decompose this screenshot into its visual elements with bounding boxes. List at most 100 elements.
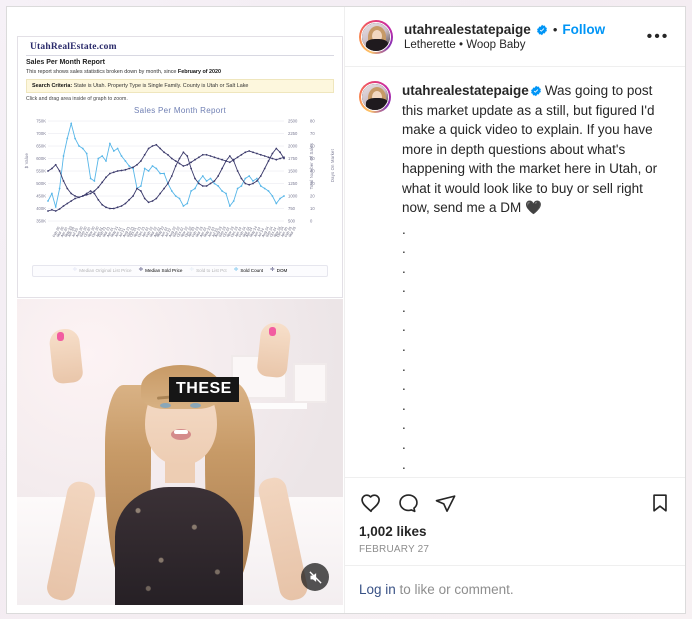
caption-dot-line: . <box>402 358 406 374</box>
chart-criteria-value: State is Utah. Property Type is Single F… <box>72 83 249 89</box>
header-location[interactable]: Letherette • Woop Baby <box>404 39 645 51</box>
post-actions: 1,002 likes FEBRUARY 27 <box>345 477 685 565</box>
more-options-icon: ••• <box>646 27 670 45</box>
like-button[interactable] <box>359 491 383 515</box>
muted-speaker-icon <box>308 570 322 584</box>
heart-icon <box>361 494 380 513</box>
header-separator: • <box>552 22 558 37</box>
comment-bubble-icon <box>399 493 418 512</box>
room-picture-frame-2 <box>293 363 327 403</box>
chart-brand-label: UtahRealEstate.com <box>30 42 117 52</box>
chart-y2-axis-label: Total Number Of Sales <box>309 143 314 190</box>
svg-text:600K: 600K <box>36 156 46 161</box>
verified-badge-icon <box>530 85 541 97</box>
video-player[interactable]: THESE <box>17 299 343 605</box>
chart-y-axis-label: $ Value <box>24 153 29 169</box>
page-root: UtahRealEstate.com Sales Per Month Repor… <box>0 0 692 619</box>
save-button[interactable] <box>649 492 671 514</box>
svg-text:500K: 500K <box>36 181 46 186</box>
svg-text:400K: 400K <box>36 206 46 211</box>
chart-description-date: February of 2020 <box>177 69 222 75</box>
svg-text:1000: 1000 <box>288 194 298 199</box>
legend-marker-icon: ✛ <box>138 267 144 273</box>
comment-button[interactable] <box>397 492 420 515</box>
likes-count[interactable]: 1,002 likes <box>359 524 671 539</box>
legend-label: Median Sold Price <box>145 268 183 274</box>
video-caption-overlay: THESE <box>169 377 239 402</box>
left-hand-nail <box>57 332 64 341</box>
legend-marker-icon: ✛ <box>270 267 275 273</box>
svg-text:450K: 450K <box>36 194 46 199</box>
caption-dot-line: . <box>402 397 406 413</box>
svg-text:2250: 2250 <box>288 131 298 136</box>
svg-text:1750: 1750 <box>288 156 298 161</box>
more-options-button[interactable]: ••• <box>645 24 671 50</box>
eye-right <box>190 403 201 408</box>
log-in-link[interactable]: Log in <box>359 582 396 597</box>
caption-dot-line: . <box>402 319 406 335</box>
post-media-column[interactable]: UtahRealEstate.com Sales Per Month Repor… <box>7 7 345 613</box>
svg-text:2500: 2500 <box>288 119 298 124</box>
caption-username[interactable]: utahrealestatepaige <box>402 83 529 98</box>
chart-legend-item[interactable]: ✛ Median Sold Price <box>138 267 183 274</box>
chart-plot-title: Sales Per Month Report <box>134 106 226 115</box>
post-date: FEBRUARY 27 <box>359 544 430 555</box>
chart-screenshot: UtahRealEstate.com Sales Per Month Repor… <box>17 36 343 298</box>
caption-dot-line: . <box>402 280 406 296</box>
bookmark-icon <box>653 494 667 512</box>
chart-description: This report shows sales statistics broke… <box>18 66 342 75</box>
avatar[interactable] <box>359 19 393 54</box>
caption-dot-line: . <box>402 456 406 472</box>
chart-zoom-hint: Click and drag area inside of graph to z… <box>26 96 128 102</box>
login-prompt-rest: to like or comment. <box>395 582 514 597</box>
post-header: utahrealestatepaige • Follow Letherette … <box>345 7 685 67</box>
post-info-column: utahrealestatepaige • Follow Letherette … <box>345 7 685 613</box>
svg-text:1250: 1250 <box>288 181 298 186</box>
caption-dot-line: . <box>402 260 406 276</box>
chart-plot-area[interactable]: $ Value Total Number Of Sales Days On Ma… <box>22 117 338 235</box>
legend-label: Sold Count <box>240 268 264 274</box>
svg-text:80: 80 <box>310 119 315 124</box>
chart-svg: 350K 400K 450K 500K 550K 600K 650K 700K 750K 500 7… <box>36 119 315 224</box>
video-caption-text: THESE <box>176 380 232 397</box>
login-prompt-bar: Log in to like or comment. <box>345 565 685 613</box>
legend-marker-icon: ✛ <box>189 267 195 273</box>
caption-dot-line: . <box>402 417 406 433</box>
svg-text:650K: 650K <box>36 144 46 149</box>
legend-label: Sold to List Pct <box>196 268 227 274</box>
chart-description-prefix: This report shows sales statistics broke… <box>26 69 178 75</box>
chart-legend-item[interactable]: ✛ Sold to List Pct <box>189 267 227 274</box>
share-button[interactable] <box>434 492 457 515</box>
svg-text:10: 10 <box>310 206 315 211</box>
caption-avatar[interactable] <box>359 81 391 113</box>
svg-text:70: 70 <box>310 131 315 136</box>
chart-legend-item[interactable]: ✛ DOM <box>270 267 288 274</box>
mute-toggle-button[interactable] <box>301 563 329 591</box>
follow-button[interactable]: Follow <box>562 22 605 37</box>
chart-x-tick-labels: Feb 20 Mar 20 Apr 20 May 20 Jun 20 Jul 20 Aug … <box>22 226 338 263</box>
svg-text:500: 500 <box>288 219 296 224</box>
svg-text:1500: 1500 <box>288 169 298 174</box>
caption-text-block: utahrealestatepaige Was going to post thi… <box>402 81 671 218</box>
right-hand-nail <box>269 327 276 336</box>
caption-body: Was going to post this market update as … <box>402 83 658 215</box>
legend-marker-icon: ✛ <box>72 267 78 273</box>
svg-text:350K: 350K <box>36 219 46 224</box>
legend-label: DOM <box>276 268 288 274</box>
caption-dot-line: . <box>402 339 406 355</box>
header-username[interactable]: utahrealestatepaige <box>404 22 531 37</box>
caption-dot-line: . <box>402 299 406 315</box>
share-paper-plane-icon <box>435 494 456 512</box>
chart-legend-item[interactable]: ✛ Sold Count <box>233 267 264 274</box>
chart-legend-item[interactable]: ✛ Median Original List Price <box>72 267 132 274</box>
svg-text:20: 20 <box>310 194 315 199</box>
caption-filler-dots: ............. <box>359 220 671 475</box>
caption-dot-line: . <box>402 378 406 394</box>
login-prompt-text: Log in to like or comment. <box>359 582 514 597</box>
svg-text:2000: 2000 <box>288 144 298 149</box>
svg-text:550K: 550K <box>36 169 46 174</box>
svg-text:750K: 750K <box>36 119 46 124</box>
chart-legend[interactable]: ✛ Median Original List Price ✛ Median Sold … <box>32 265 328 277</box>
caption-area: utahrealestatepaige Was going to post thi… <box>345 67 685 477</box>
legend-marker-icon: ✛ <box>233 267 239 273</box>
